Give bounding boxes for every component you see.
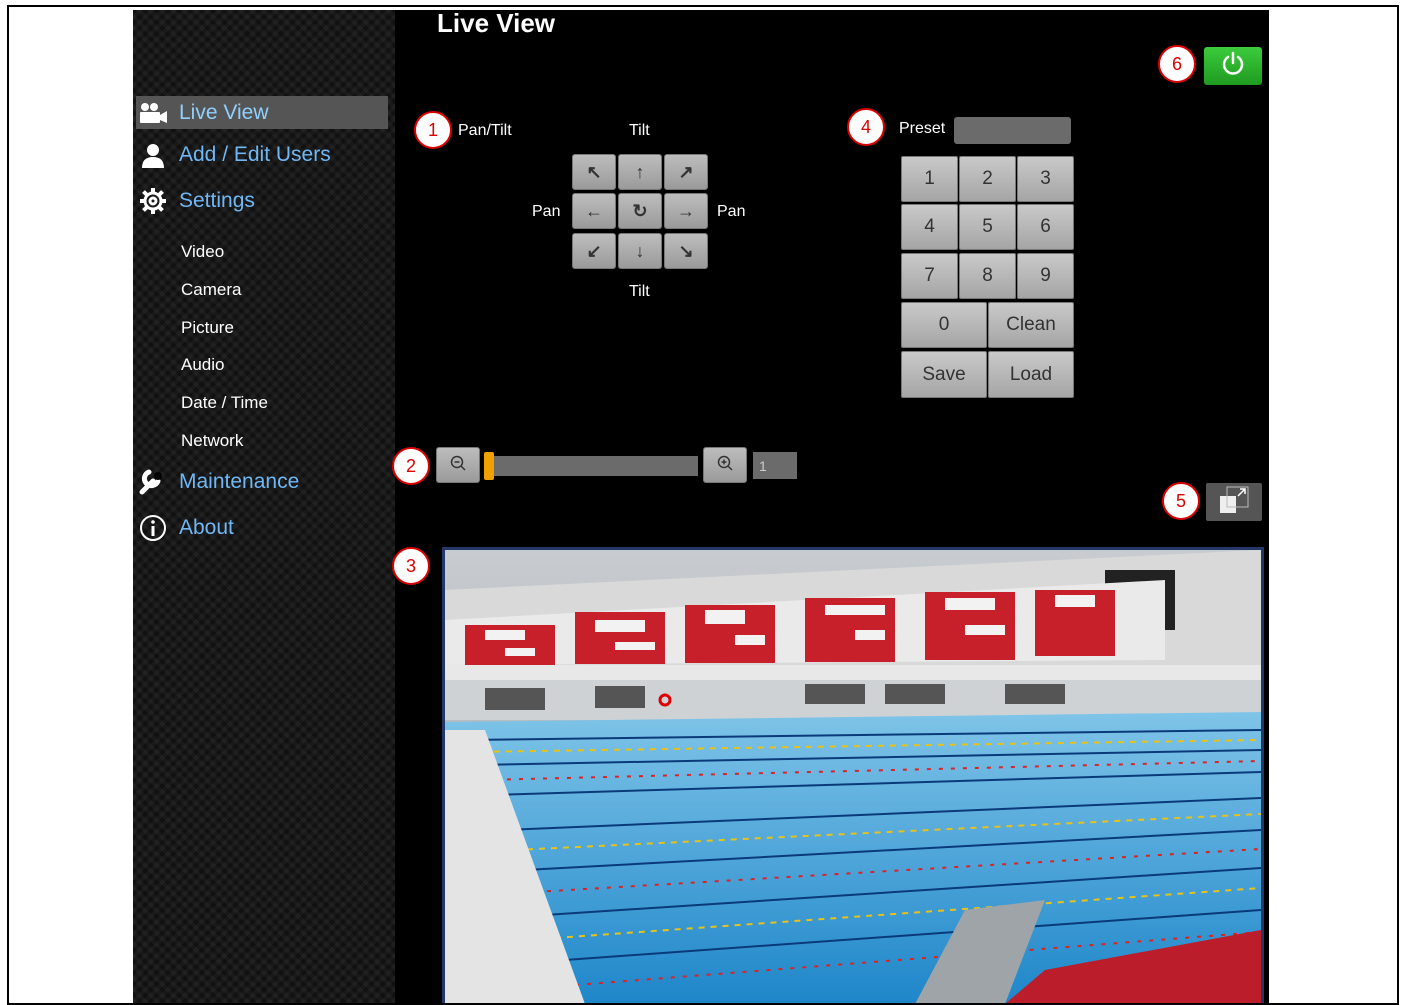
user-icon bbox=[136, 142, 170, 168]
zoom-slider-track[interactable] bbox=[486, 456, 698, 476]
sidebar-subitem-video[interactable]: Video bbox=[181, 242, 224, 262]
sidebar-item-label: Live View bbox=[179, 100, 269, 124]
ptz-up-left-button[interactable]: ↖ bbox=[572, 154, 616, 190]
preset-key-2[interactable]: 2 bbox=[959, 156, 1016, 202]
callout-marker-4: 4 bbox=[847, 108, 885, 146]
power-icon bbox=[1220, 51, 1246, 82]
preset-key-0[interactable]: 0 bbox=[901, 302, 987, 348]
callout-marker-3: 3 bbox=[392, 547, 430, 585]
fullscreen-icon bbox=[1219, 486, 1249, 519]
ptz-up-right-button[interactable]: ↗ bbox=[664, 154, 708, 190]
gear-icon bbox=[136, 187, 170, 215]
preset-save-button[interactable]: Save bbox=[901, 351, 987, 398]
preset-key-3[interactable]: 3 bbox=[1017, 156, 1074, 202]
ptz-down-left-button[interactable]: ↙ bbox=[572, 233, 616, 269]
sidebar-item-settings[interactable]: Settings bbox=[136, 184, 388, 217]
sidebar: Live View Add / Edit Users Settings Vide… bbox=[133, 10, 395, 1003]
sidebar-item-label: About bbox=[179, 515, 234, 539]
sidebar-item-label: Maintenance bbox=[179, 469, 300, 493]
zoom-out-button[interactable] bbox=[436, 447, 480, 483]
preset-number-input[interactable] bbox=[954, 117, 1071, 144]
tilt-bottom-label: Tilt bbox=[629, 283, 650, 300]
ptz-left-button[interactable]: ← bbox=[572, 193, 616, 229]
pan-tilt-label: Pan/Tilt bbox=[458, 122, 512, 139]
info-icon bbox=[136, 514, 170, 542]
ptz-right-button[interactable]: → bbox=[664, 193, 708, 229]
sidebar-item-maintenance[interactable]: Maintenance bbox=[136, 465, 388, 498]
preset-key-4[interactable]: 4 bbox=[901, 204, 958, 250]
pool-video-image bbox=[445, 550, 1261, 1003]
preset-key-8[interactable]: 8 bbox=[959, 253, 1016, 299]
fullscreen-button[interactable] bbox=[1206, 483, 1262, 521]
page-title: Live View bbox=[437, 10, 556, 38]
preset-clean-button[interactable]: Clean bbox=[988, 302, 1074, 348]
camcorder-icon bbox=[136, 102, 170, 124]
preset-key-7[interactable]: 7 bbox=[901, 253, 958, 299]
sidebar-subitem-audio[interactable]: Audio bbox=[181, 355, 224, 375]
ptz-down-right-button[interactable]: ↘ bbox=[664, 233, 708, 269]
live-video-frame[interactable] bbox=[442, 547, 1264, 1003]
sidebar-item-label: Add / Edit Users bbox=[179, 142, 331, 166]
zoom-in-button[interactable] bbox=[703, 447, 747, 483]
preset-key-5[interactable]: 5 bbox=[959, 204, 1016, 250]
sidebar-subitem-picture[interactable]: Picture bbox=[181, 318, 234, 338]
power-button[interactable] bbox=[1204, 47, 1262, 85]
wrench-icon bbox=[136, 468, 170, 496]
sidebar-subitem-date-time[interactable]: Date / Time bbox=[181, 393, 268, 413]
callout-marker-6: 6 bbox=[1158, 45, 1196, 83]
ptz-up-button[interactable]: ↑ bbox=[618, 154, 662, 190]
zoom-in-icon bbox=[716, 454, 734, 477]
preset-label: Preset bbox=[899, 120, 946, 137]
sidebar-item-about[interactable]: About bbox=[136, 511, 388, 544]
sidebar-item-live-view[interactable]: Live View bbox=[136, 96, 388, 129]
pan-left-label: Pan bbox=[532, 203, 561, 220]
zoom-level-input[interactable] bbox=[753, 452, 797, 479]
tilt-top-label: Tilt bbox=[629, 122, 650, 139]
callout-marker-5: 5 bbox=[1162, 482, 1200, 520]
ptz-down-button[interactable]: ↓ bbox=[618, 233, 662, 269]
pan-right-label: Pan bbox=[717, 203, 746, 220]
ptz-home-button[interactable]: ↻ bbox=[618, 193, 662, 229]
preset-key-1[interactable]: 1 bbox=[901, 156, 958, 202]
zoom-slider-handle[interactable] bbox=[484, 452, 494, 480]
callout-marker-2: 2 bbox=[392, 447, 430, 485]
preset-key-9[interactable]: 9 bbox=[1017, 253, 1074, 299]
sidebar-subitem-camera[interactable]: Camera bbox=[181, 280, 241, 300]
sidebar-subitem-network[interactable]: Network bbox=[181, 431, 243, 451]
sidebar-item-label: Settings bbox=[179, 188, 255, 212]
callout-marker-1: 1 bbox=[414, 111, 452, 149]
zoom-out-icon bbox=[449, 454, 467, 477]
camera-web-app: Live View Add / Edit Users Settings Vide… bbox=[133, 10, 1269, 1003]
preset-load-button[interactable]: Load bbox=[988, 351, 1074, 398]
preset-key-6[interactable]: 6 bbox=[1017, 204, 1074, 250]
sidebar-item-add-edit-users[interactable]: Add / Edit Users bbox=[136, 138, 388, 171]
